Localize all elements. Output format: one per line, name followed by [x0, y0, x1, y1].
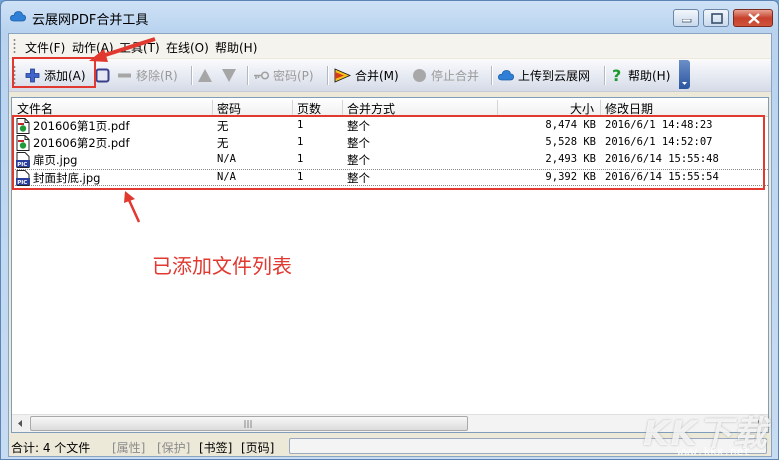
- status-page-numbers[interactable]: [页码]: [241, 439, 274, 456]
- toolbar-overflow-button[interactable]: [679, 60, 690, 89]
- scroll-left-button[interactable]: [12, 415, 29, 432]
- minimize-button[interactable]: [673, 9, 699, 27]
- annotation-text: 已添加文件列表: [152, 254, 292, 278]
- add-button-highlight: [12, 57, 96, 88]
- maximize-icon: [711, 13, 723, 24]
- move-down-button[interactable]: [221, 65, 237, 85]
- menu-online[interactable]: 在线(O): [166, 39, 209, 56]
- arrow-down-icon: [222, 68, 236, 82]
- merge-label: 合并(M): [355, 68, 399, 83]
- cloud-icon: [10, 11, 26, 22]
- frame-icon: [95, 68, 110, 82]
- password-label: 密码(P): [273, 68, 314, 83]
- status-properties[interactable]: [属性]: [112, 439, 145, 456]
- window-title: 云展网PDF合并工具: [32, 13, 149, 28]
- upload-label: 上传到云展网: [518, 68, 591, 83]
- status-file-count: 合计: 4 个文件: [11, 441, 91, 455]
- menu-file[interactable]: 文件(F): [25, 39, 65, 56]
- close-icon: [748, 13, 760, 24]
- remove-label: 移除(R): [136, 68, 178, 83]
- status-protect[interactable]: [保护]: [157, 439, 190, 456]
- file-list-highlight: [12, 115, 765, 190]
- svg-text:?: ?: [612, 67, 621, 83]
- chevron-down-icon: [682, 82, 687, 85]
- toolbar-separator: [247, 66, 249, 85]
- cloud-upload-icon: [498, 70, 514, 81]
- help-icon: ?: [612, 67, 621, 83]
- upload-button[interactable]: 上传到云展网: [498, 65, 590, 85]
- scrollbar-thumb[interactable]: [30, 416, 468, 431]
- maximize-button[interactable]: [703, 9, 729, 27]
- pointer-arrow-icon: [89, 37, 156, 62]
- watermark-url: www.kkx.net: [677, 445, 750, 458]
- stop-merge-button[interactable]: 停止合并: [412, 65, 479, 85]
- title-bar[interactable]: 云展网PDF合并工具: [1, 1, 778, 33]
- move-up-button[interactable]: [197, 65, 213, 85]
- merge-button[interactable]: 合并(M): [334, 65, 399, 85]
- menubar-grip[interactable]: [13, 38, 16, 54]
- arrow-left-icon: [18, 420, 22, 427]
- status-bookmark[interactable]: [书签]: [199, 439, 232, 456]
- help-button[interactable]: ? 帮助(H): [611, 65, 670, 85]
- arrow-up-icon: [198, 68, 212, 82]
- merge-flag-icon: [334, 67, 351, 83]
- stop-icon: [413, 68, 426, 82]
- client-area: 文件(F) 动作(A) 工具(T) 在线(O) 帮助(H) 添加(A) 移除(R…: [8, 33, 772, 457]
- help-label: 帮助(H): [628, 68, 671, 83]
- grip-icon: [244, 420, 252, 428]
- toolbar-separator: [191, 66, 193, 85]
- minimize-icon: [682, 19, 692, 23]
- password-button[interactable]: 密码(P): [253, 65, 314, 85]
- close-button[interactable]: [733, 9, 773, 27]
- key-icon: [254, 70, 269, 80]
- menu-help[interactable]: 帮助(H): [215, 39, 257, 56]
- remove-button[interactable]: 移除(R): [117, 65, 178, 85]
- app-window: 云展网PDF合并工具 文件(F) 动作(A) 工具(T) 在线(O) 帮助(H)…: [0, 0, 779, 460]
- annotation-arrow-icon: [124, 191, 141, 223]
- toolbar-separator: [327, 66, 329, 85]
- select-all-button[interactable]: [95, 65, 110, 85]
- minus-icon: [118, 73, 131, 77]
- toolbar-separator: [604, 66, 606, 85]
- stop-merge-label: 停止合并: [431, 68, 480, 83]
- toolbar-separator: [491, 66, 493, 85]
